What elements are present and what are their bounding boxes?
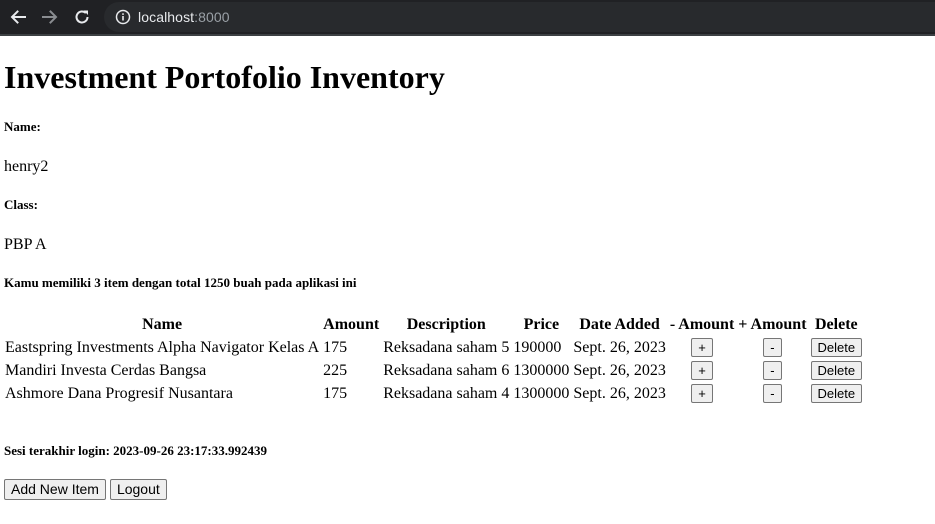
reload-icon[interactable] — [70, 6, 94, 28]
cell-description: Reksadana saham 4 — [383, 385, 510, 402]
items-table: Name Amount Description Price Date Added… — [2, 312, 865, 406]
logout-button[interactable]: Logout — [109, 479, 167, 500]
browser-toolbar: localhost:8000 — [0, 0, 935, 36]
increment-button[interactable]: - — [763, 361, 782, 380]
cell-minus-amount: + — [669, 360, 735, 381]
cell-price: 1300000 — [513, 385, 570, 402]
table-row: Ashmore Dana Progresif Nusantara 175 Rek… — [4, 383, 863, 404]
header-description: Description — [406, 316, 486, 333]
increment-button[interactable]: - — [763, 338, 782, 357]
header-amount: Amount — [323, 316, 380, 333]
table-row: Eastspring Investments Alpha Navigator K… — [4, 337, 863, 358]
cell-delete: Delete — [810, 360, 864, 381]
cell-amount: 225 — [323, 362, 348, 379]
address-bar[interactable]: localhost:8000 — [104, 2, 935, 32]
cell-description: Reksadana saham 5 — [383, 339, 510, 356]
page-content: Investment Portofolio Inventory Name: he… — [0, 59, 935, 500]
action-buttons: Add New Item Logout — [4, 479, 931, 500]
delete-button[interactable]: Delete — [810, 384, 863, 403]
cell-date-added: Sept. 26, 2023 — [573, 385, 666, 402]
cell-plus-amount: - — [737, 337, 807, 358]
class-value: PBP A — [4, 236, 47, 253]
header-name: Name — [142, 316, 183, 333]
url-port: :8000 — [194, 9, 230, 25]
decrement-button[interactable]: + — [691, 338, 713, 357]
delete-button[interactable]: Delete — [810, 338, 863, 357]
cell-plus-amount: - — [737, 360, 807, 381]
header-minus-amount: - Amount — [669, 316, 735, 333]
back-icon[interactable] — [6, 6, 30, 28]
cell-minus-amount: + — [669, 383, 735, 404]
name-value: henry2 — [4, 158, 49, 175]
header-price: Price — [523, 316, 560, 333]
cell-amount: 175 — [323, 339, 348, 356]
cell-price: 1300000 — [513, 362, 570, 379]
info-icon[interactable] — [115, 9, 131, 25]
cell-date-added: Sept. 26, 2023 — [573, 339, 666, 356]
class-label: Class: — [4, 197, 38, 212]
delete-button[interactable]: Delete — [810, 361, 863, 380]
last-login-text: Sesi terakhir login: 2023-09-26 23:17:33… — [4, 443, 267, 458]
url-text: localhost:8000 — [138, 9, 230, 25]
increment-button[interactable]: - — [763, 384, 782, 403]
table-row: Mandiri Investa Cerdas Bangsa 225 Reksad… — [4, 360, 863, 381]
cell-delete: Delete — [810, 337, 864, 358]
add-new-item-button[interactable]: Add New Item — [4, 479, 106, 500]
cell-amount: 175 — [323, 385, 348, 402]
cell-delete: Delete — [810, 383, 864, 404]
url-host: localhost — [138, 9, 195, 25]
item-summary: Kamu memiliki 3 item dengan total 1250 b… — [4, 275, 357, 290]
header-date-added: Date Added — [579, 316, 660, 333]
header-plus-amount: + Amount — [738, 316, 807, 333]
name-label: Name: — [4, 119, 41, 134]
page-title: Investment Portofolio Inventory — [4, 59, 445, 95]
header-delete: Delete — [815, 316, 858, 333]
cell-name: Eastspring Investments Alpha Navigator K… — [5, 339, 320, 356]
cell-name: Mandiri Investa Cerdas Bangsa — [5, 362, 207, 379]
cell-price: 190000 — [513, 339, 562, 356]
cell-plus-amount: - — [737, 383, 807, 404]
forward-icon[interactable] — [38, 6, 62, 28]
cell-minus-amount: + — [669, 337, 735, 358]
cell-name: Ashmore Dana Progresif Nusantara — [5, 385, 233, 402]
decrement-button[interactable]: + — [691, 361, 713, 380]
cell-date-added: Sept. 26, 2023 — [573, 362, 666, 379]
cell-description: Reksadana saham 6 — [383, 362, 510, 379]
decrement-button[interactable]: + — [691, 384, 713, 403]
table-header-row: Name Amount Description Price Date Added… — [4, 314, 863, 335]
